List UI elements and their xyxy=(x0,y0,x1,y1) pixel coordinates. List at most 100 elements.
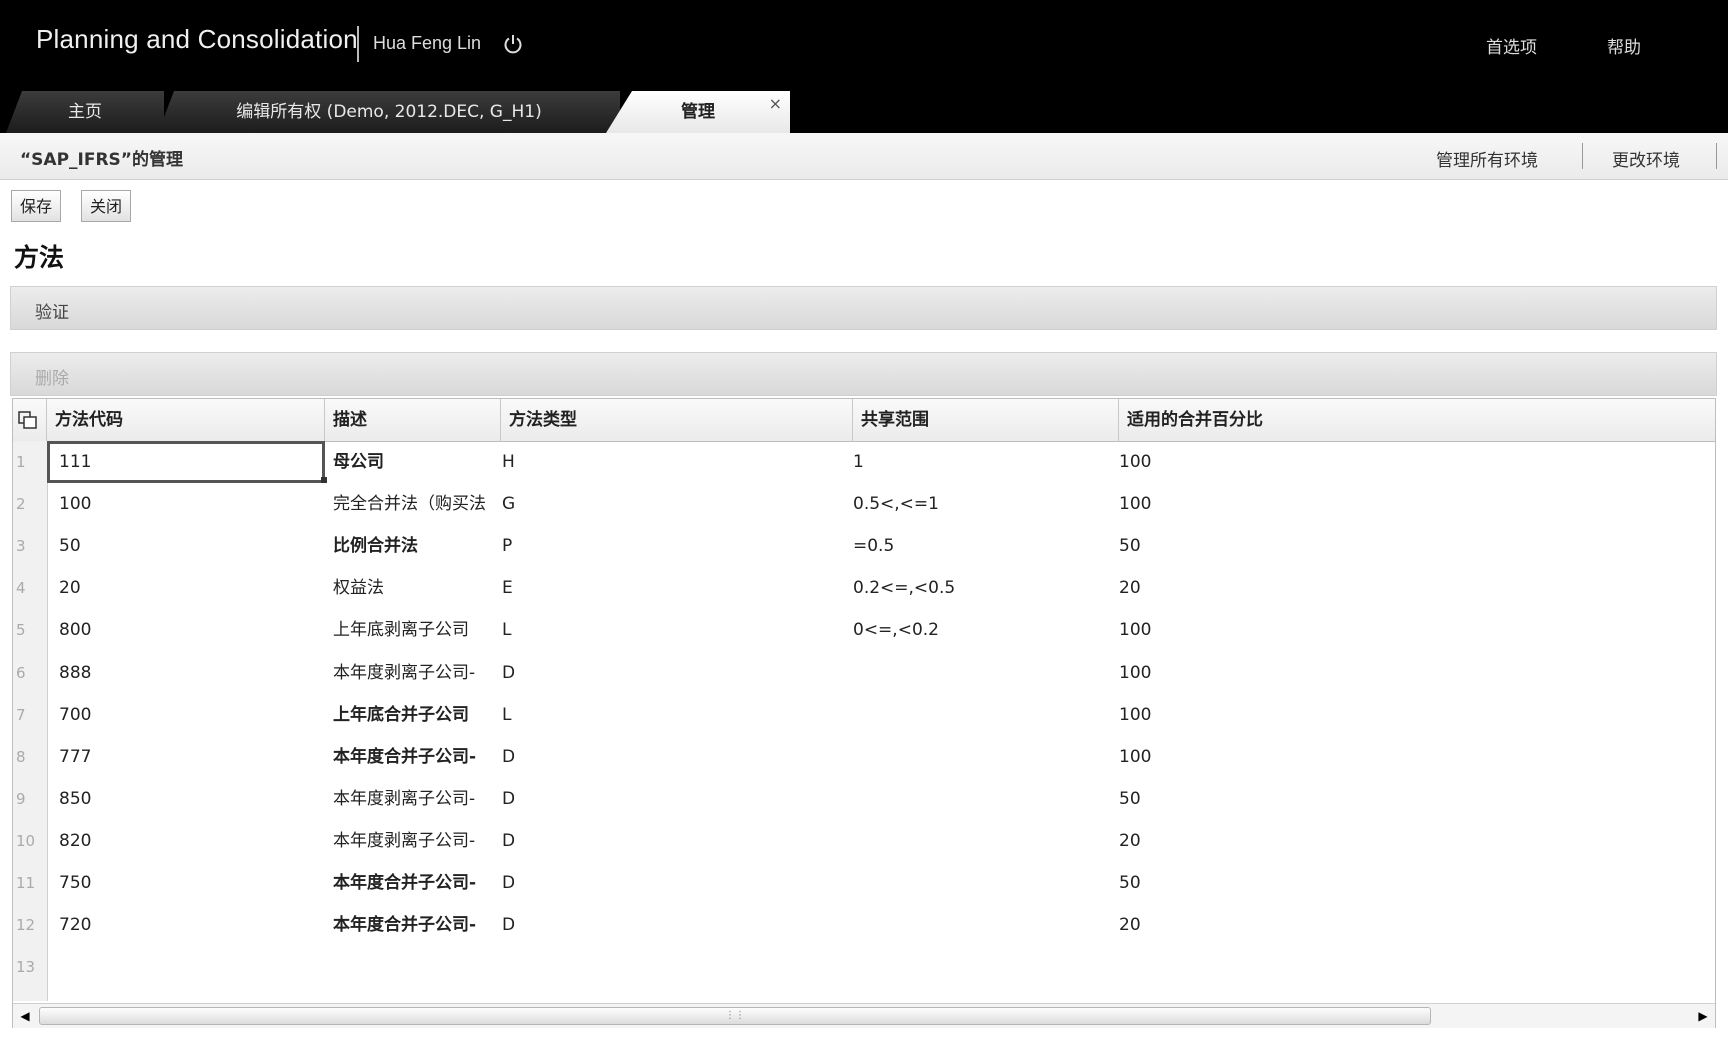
table-row[interactable]: 1 111 母公司 H 1 100 xyxy=(13,441,1715,483)
table-row[interactable]: 10 820 本年度剥离子公司- D 20 xyxy=(13,820,1715,862)
cell-applicable-percentage[interactable]: 100 xyxy=(1119,491,1699,517)
tab-home[interactable]: 主页 xyxy=(6,91,164,133)
cell-method-type[interactable]: D xyxy=(502,660,842,686)
cell-method-code[interactable] xyxy=(59,954,319,980)
close-button[interactable]: 关闭 xyxy=(81,190,132,222)
cell-description[interactable]: 本年度合并子公司- xyxy=(333,870,497,896)
cell-method-type[interactable]: E xyxy=(502,575,842,601)
cell-method-code[interactable]: 700 xyxy=(59,702,319,728)
cell-description[interactable]: 本年度合并子公司- xyxy=(333,912,497,938)
table-row[interactable]: 4 20 权益法 E 0.2<=,<0.5 20 xyxy=(13,567,1715,609)
cell-applicable-percentage[interactable]: 20 xyxy=(1119,912,1699,938)
cell-share-range[interactable] xyxy=(853,828,1113,854)
cell-applicable-percentage[interactable]: 100 xyxy=(1119,744,1699,770)
cell-share-range[interactable] xyxy=(853,660,1113,686)
cell-applicable-percentage[interactable]: 100 xyxy=(1119,660,1699,686)
preferences-link[interactable]: 首选项 xyxy=(1486,33,1537,58)
manage-all-environments-link[interactable]: 管理所有环境 xyxy=(1436,146,1538,171)
column-header-applicable-percentage[interactable]: 适用的合并百分比 xyxy=(1119,399,1715,441)
table-row[interactable]: 9 850 本年度剥离子公司- D 50 xyxy=(13,778,1715,820)
scrollbar-thumb[interactable]: ⋮⋮ xyxy=(39,1007,1431,1025)
cell-method-type[interactable]: D xyxy=(502,744,842,770)
cell-applicable-percentage[interactable]: 100 xyxy=(1119,702,1699,728)
cell-applicable-percentage[interactable]: 20 xyxy=(1119,575,1699,601)
logout-power-icon[interactable] xyxy=(502,33,524,55)
tab-admin[interactable]: 管理 × xyxy=(606,91,790,133)
column-header-description[interactable]: 描述 xyxy=(325,399,501,441)
cell-share-range[interactable] xyxy=(853,870,1113,896)
cell-share-range[interactable]: =0.5 xyxy=(853,533,1113,559)
cell-share-range[interactable]: 0<=,<0.2 xyxy=(853,617,1113,643)
cell-description[interactable]: 本年度合并子公司- xyxy=(333,744,497,770)
cell-description[interactable] xyxy=(333,954,497,980)
column-header-method-code[interactable]: 方法代码 xyxy=(47,399,325,441)
cell-method-type[interactable]: L xyxy=(502,617,842,643)
table-row[interactable]: 2 100 完全合并法（购买法 G 0.5<,<=1 100 xyxy=(13,483,1715,525)
cell-applicable-percentage[interactable]: 50 xyxy=(1119,533,1699,559)
table-row[interactable]: 8 777 本年度合并子公司- D 100 xyxy=(13,736,1715,778)
table-row[interactable]: 11 750 本年度合并子公司- D 50 xyxy=(13,862,1715,904)
cell-applicable-percentage[interactable]: 100 xyxy=(1119,449,1699,475)
cell-applicable-percentage[interactable]: 20 xyxy=(1119,828,1699,854)
horizontal-scrollbar[interactable]: ◀ ⋮⋮ ▶ xyxy=(13,1003,1715,1028)
cell-method-code[interactable]: 888 xyxy=(59,660,319,686)
column-header-share-range[interactable]: 共享范围 xyxy=(853,399,1119,441)
cell-method-code[interactable]: 800 xyxy=(59,617,319,643)
cell-applicable-percentage[interactable]: 50 xyxy=(1119,786,1699,812)
cell-description[interactable]: 母公司 xyxy=(333,449,497,475)
cell-applicable-percentage[interactable] xyxy=(1119,954,1699,980)
validate-button[interactable]: 验证 xyxy=(35,298,69,323)
cell-description[interactable]: 完全合并法（购买法 xyxy=(333,491,497,517)
cell-share-range[interactable] xyxy=(853,744,1113,770)
cell-share-range[interactable]: 0.2<=,<0.5 xyxy=(853,575,1113,601)
cell-share-range[interactable] xyxy=(853,912,1113,938)
column-header-method-type[interactable]: 方法类型 xyxy=(501,399,853,441)
cell-method-type[interactable]: D xyxy=(502,786,842,812)
cell-method-code[interactable]: 111 xyxy=(47,441,325,483)
cell-method-type[interactable] xyxy=(502,954,842,980)
cell-method-code[interactable]: 50 xyxy=(59,533,319,559)
cell-method-code[interactable]: 100 xyxy=(59,491,319,517)
table-row[interactable]: 6 888 本年度剥离子公司- D 100 xyxy=(13,652,1715,694)
cell-method-type[interactable]: D xyxy=(502,870,842,896)
cell-method-type[interactable]: D xyxy=(502,912,842,938)
delete-button[interactable]: 删除 xyxy=(35,364,69,389)
cell-method-type[interactable]: D xyxy=(502,828,842,854)
cell-share-range[interactable] xyxy=(853,702,1113,728)
cell-method-code[interactable]: 750 xyxy=(59,870,319,896)
select-all-corner[interactable] xyxy=(13,399,47,441)
cell-method-type[interactable]: P xyxy=(502,533,842,559)
cell-method-code[interactable]: 20 xyxy=(59,575,319,601)
cell-share-range[interactable]: 0.5<,<=1 xyxy=(853,491,1113,517)
cell-method-code[interactable]: 777 xyxy=(59,744,319,770)
change-environment-link[interactable]: 更改环境 xyxy=(1612,146,1680,171)
cell-description[interactable]: 权益法 xyxy=(333,575,497,601)
table-row[interactable]: 5 800 上年底剥离子公司 L 0<=,<0.2 100 xyxy=(13,609,1715,651)
table-row[interactable]: 3 50 比例合并法 P =0.5 50 xyxy=(13,525,1715,567)
cell-description[interactable]: 比例合并法 xyxy=(333,533,497,559)
cell-description[interactable]: 上年底合并子公司 xyxy=(333,702,497,728)
table-row[interactable]: 13 xyxy=(13,946,1715,988)
cell-method-code[interactable]: 720 xyxy=(59,912,319,938)
cell-method-type[interactable]: L xyxy=(502,702,842,728)
help-link[interactable]: 帮助 xyxy=(1607,33,1641,58)
table-row[interactable]: 7 700 上年底合并子公司 L 100 xyxy=(13,694,1715,736)
cell-description[interactable]: 本年度剥离子公司- xyxy=(333,828,497,854)
save-button[interactable]: 保存 xyxy=(11,190,62,222)
fill-handle[interactable] xyxy=(321,477,327,483)
scroll-right-icon[interactable]: ▶ xyxy=(1691,1004,1715,1028)
tab-close-icon[interactable]: × xyxy=(769,91,782,125)
cell-description[interactable]: 上年底剥离子公司 xyxy=(333,617,497,643)
cell-description[interactable]: 本年度剥离子公司- xyxy=(333,660,497,686)
cell-method-type[interactable]: G xyxy=(502,491,842,517)
cell-method-code[interactable]: 820 xyxy=(59,828,319,854)
cell-share-range[interactable] xyxy=(853,786,1113,812)
tab-edit-ownership[interactable]: 编辑所有权 (Demo, 2012.DEC, G_H1) xyxy=(158,91,620,133)
scroll-left-icon[interactable]: ◀ xyxy=(13,1004,37,1028)
cell-applicable-percentage[interactable]: 100 xyxy=(1119,617,1699,643)
table-row[interactable]: 12 720 本年度合并子公司- D 20 xyxy=(13,904,1715,946)
cell-method-code[interactable]: 850 xyxy=(59,786,319,812)
cell-share-range[interactable] xyxy=(853,954,1113,980)
cell-applicable-percentage[interactable]: 50 xyxy=(1119,870,1699,896)
cell-method-type[interactable]: H xyxy=(502,449,842,475)
